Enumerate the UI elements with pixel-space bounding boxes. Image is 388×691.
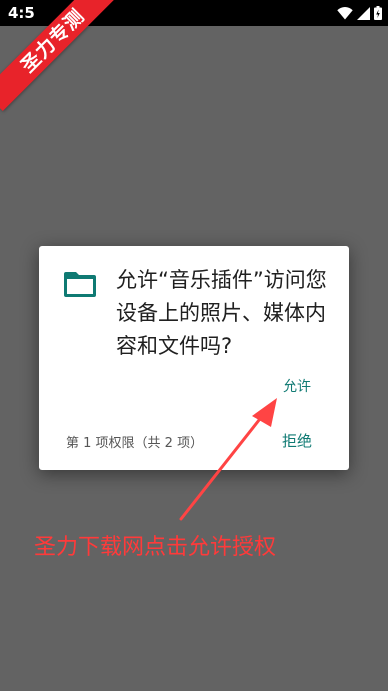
annotation-arrow <box>179 398 277 521</box>
annotation-text: 圣力下载网点击允许授权 <box>34 535 277 560</box>
